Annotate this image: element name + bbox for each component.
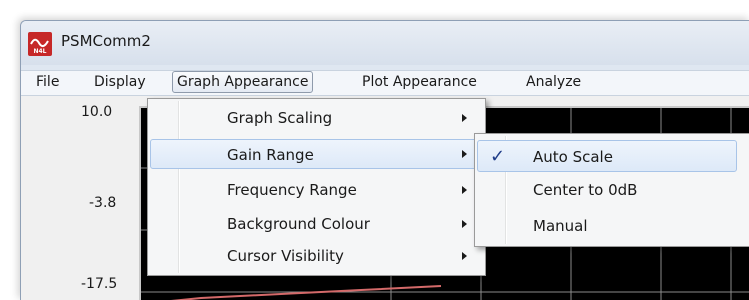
submenu-item-label: Auto Scale [533, 148, 613, 166]
menu-item-label: Background Colour [227, 215, 370, 233]
menu-plot-appearance[interactable]: Plot Appearance [357, 72, 482, 92]
menu-item-cursor-visibility[interactable]: Cursor Visibility [150, 241, 483, 271]
submenu-arrow-icon [462, 220, 467, 228]
gain-range-submenu: ✓ Auto Scale Center to 0dB Manual [474, 133, 749, 247]
checkmark-icon: ✓ [490, 146, 506, 167]
title-bar[interactable]: N4L PSMComm2 [21, 21, 749, 65]
window-title: PSMComm2 [61, 32, 151, 50]
menu-item-gain-range[interactable]: Gain Range [150, 139, 483, 169]
y-tick-label: -3.8 [89, 195, 117, 211]
menu-item-label: Frequency Range [227, 181, 357, 199]
menu-item-label: Graph Scaling [227, 109, 333, 127]
y-tick-label: -17.5 [81, 276, 118, 292]
submenu-arrow-icon [462, 252, 467, 260]
menu-file[interactable]: File [31, 72, 64, 92]
submenu-arrow-icon [462, 186, 467, 194]
menu-analyze[interactable]: Analyze [521, 72, 586, 92]
y-tick-label: 10.0 [81, 104, 113, 120]
menu-display[interactable]: Display [89, 72, 151, 92]
submenu-item-label: Center to 0dB [533, 181, 638, 199]
menu-item-label: Gain Range [227, 146, 314, 164]
menu-item-graph-scaling[interactable]: Graph Scaling [150, 103, 483, 133]
submenu-item-center-to-0db[interactable]: Center to 0dB [477, 174, 737, 206]
app-icon-text: N4L [33, 48, 47, 55]
menu-item-background-colour[interactable]: Background Colour [150, 209, 483, 239]
menu-graph-appearance[interactable]: Graph Appearance [172, 71, 314, 93]
graph-appearance-menu: Graph Scaling Gain Range Frequency Range… [147, 98, 486, 276]
menu-item-frequency-range[interactable]: Frequency Range [150, 175, 483, 205]
n4l-app-icon[interactable]: N4L [28, 32, 52, 56]
submenu-arrow-icon [462, 150, 467, 158]
menu-bar: File Display Graph Appearance Plot Appea… [21, 70, 749, 96]
submenu-item-auto-scale[interactable]: ✓ Auto Scale [477, 140, 737, 172]
gain-trace [170, 285, 442, 300]
menu-item-label: Cursor Visibility [227, 247, 344, 265]
submenu-arrow-icon [462, 114, 467, 122]
submenu-item-manual[interactable]: Manual [477, 210, 737, 242]
submenu-item-label: Manual [533, 217, 588, 235]
